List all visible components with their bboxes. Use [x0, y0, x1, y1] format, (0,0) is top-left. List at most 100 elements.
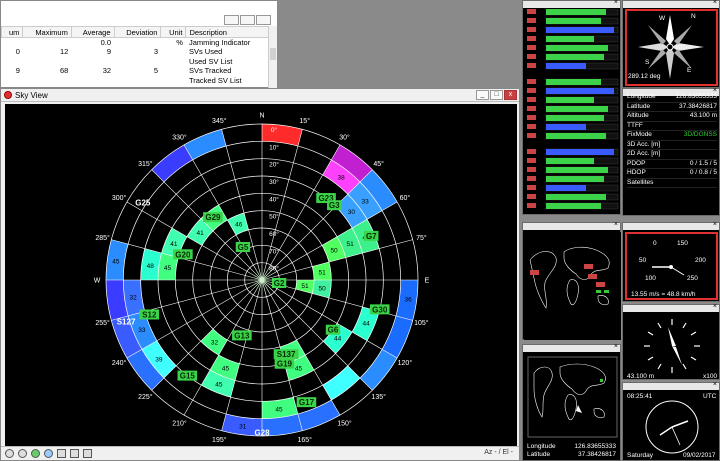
azimuth-label: 315°: [138, 160, 153, 168]
azimuth-spoke: [221, 129, 263, 281]
satellite-marker: G29: [203, 212, 223, 223]
table-cell: 3: [153, 47, 158, 57]
info-label: Satellites: [627, 178, 654, 186]
table-scrollbar[interactable]: [268, 26, 277, 88]
table-cell: [161, 66, 186, 76]
close-icon[interactable]: ×: [713, 381, 717, 388]
altitude-clock-panel: × 43.100 m x100: [622, 303, 720, 380]
elevation-label: 20°: [269, 161, 279, 169]
elevation-label: 40°: [269, 195, 279, 203]
signal-cell-label: 44: [362, 321, 370, 328]
close-icon[interactable]: ×: [713, 303, 717, 310]
table-row[interactable]: 9 68 32 5 SVs Tracked: [2, 66, 269, 76]
flag-icon: [527, 167, 536, 172]
table-cell: [114, 38, 161, 48]
settings-icon[interactable]: [18, 449, 27, 458]
flag-icon: [527, 63, 536, 68]
utc-clock-dial: [645, 400, 699, 454]
satellite-label: G7: [366, 232, 377, 241]
flag-icon: [527, 133, 536, 138]
pin-icon[interactable]: [83, 449, 92, 458]
sky-plot: 3833475150305151503644444546453145453239…: [94, 113, 430, 444]
satellite-marker: G3: [327, 200, 342, 211]
table-cell: [23, 57, 71, 67]
column-header[interactable]: um: [0, 26, 24, 38]
column-header[interactable]: Description: [185, 26, 269, 38]
info-label: Latitude: [627, 102, 651, 110]
speed-tick: 200: [695, 257, 706, 264]
utc-label: UTC: [703, 393, 717, 400]
signal-cell-label: 51: [346, 241, 354, 248]
satellite-icon[interactable]: [44, 449, 53, 458]
close-button[interactable]: [256, 15, 271, 25]
table-row[interactable]: 0 12 9 3 SVs Used: [2, 47, 269, 57]
sky-view-title: Sky View: [15, 91, 48, 100]
info-label: 3D Acc. [m]: [627, 140, 661, 148]
position-map-panel: × Longitude 126.83655333 Latitude 37.384…: [522, 343, 621, 461]
signal-bar: [546, 79, 601, 85]
map-latitude-value: 37.38426817: [578, 451, 616, 458]
column-header[interactable]: Deviation: [113, 26, 162, 38]
satellite-label: S127: [117, 318, 136, 327]
column-header[interactable]: Average: [70, 26, 115, 38]
flag-icon: [527, 185, 536, 190]
minimize-button[interactable]: _: [476, 90, 489, 100]
statistics-window-buttons: [224, 15, 271, 25]
table-cell: SVs Used: [188, 47, 223, 57]
table-cell: [2, 57, 23, 67]
info-value: 0 / 1.5 / 5: [689, 159, 717, 167]
grid-icon[interactable]: [70, 449, 79, 458]
signal-cell-label: 45: [295, 366, 303, 373]
signal-bar: [546, 185, 586, 191]
signal-cell-label: 31: [239, 424, 247, 431]
sky-view-toolbar: Az - / El -: [1, 446, 519, 460]
azimuth-label: 195°: [212, 436, 227, 444]
scroll-thumb[interactable]: [270, 48, 276, 60]
close-icon[interactable]: ×: [614, 221, 618, 228]
flag-icon: [527, 54, 536, 59]
signal-cell-label: 32: [129, 294, 137, 301]
close-icon[interactable]: ×: [614, 0, 618, 6]
zoom-icon[interactable]: [5, 449, 14, 458]
close-icon[interactable]: ×: [713, 221, 717, 228]
speed-tick: 150: [677, 240, 688, 247]
signal-bar: [546, 54, 604, 60]
arrows-icon[interactable]: [57, 449, 66, 458]
flag-icon: [527, 124, 536, 129]
close-icon[interactable]: ×: [713, 0, 717, 6]
column-header[interactable]: Maximum: [22, 26, 72, 38]
maximize-button[interactable]: [240, 15, 255, 25]
table-row[interactable]: Tracked SV List: [2, 76, 269, 86]
signal-cell-label: 41: [170, 241, 178, 248]
flag-icon: [527, 176, 536, 181]
signal-cell-label: 50: [319, 285, 327, 292]
elevation-label: 60°: [269, 230, 279, 238]
flag-icon: [527, 149, 536, 154]
info-row: FixMode 3D/DGNSS: [627, 131, 717, 141]
maximize-button[interactable]: □: [490, 90, 503, 100]
satellite-label: G19: [277, 360, 293, 369]
column-header[interactable]: Unit: [160, 26, 187, 38]
speed-readout: 13.55 m/s = 48.8 km/h: [631, 291, 696, 298]
flag-icon: [527, 115, 536, 120]
info-row: Altitude 43.100 m: [627, 112, 717, 122]
satellite-marker: G13: [232, 330, 252, 341]
close-button[interactable]: x: [504, 90, 517, 100]
signal-bar: [546, 36, 594, 42]
globe-icon[interactable]: [31, 449, 40, 458]
satellite-label: S137: [277, 350, 296, 359]
azimuth-label: 300°: [112, 194, 127, 202]
info-row: 3D Acc. [m]: [627, 140, 717, 150]
utc-clock-panel: × 08:25:41 UTC Saturday 09/02/2017: [622, 381, 720, 461]
minimize-button[interactable]: [224, 15, 239, 25]
signal-bar: [546, 63, 586, 69]
close-icon[interactable]: ×: [614, 343, 618, 350]
speed-tick: 50: [639, 257, 647, 264]
table-row[interactable]: 0.0% Jamming Indicator: [2, 38, 269, 48]
signal-bar: [546, 18, 601, 24]
signal-bar: [546, 45, 608, 51]
flag-icon: [527, 194, 536, 199]
azimuth-label: 15°: [299, 117, 310, 125]
table-row[interactable]: Used SV List: [2, 57, 269, 67]
azimuth-label: 225°: [138, 393, 153, 401]
